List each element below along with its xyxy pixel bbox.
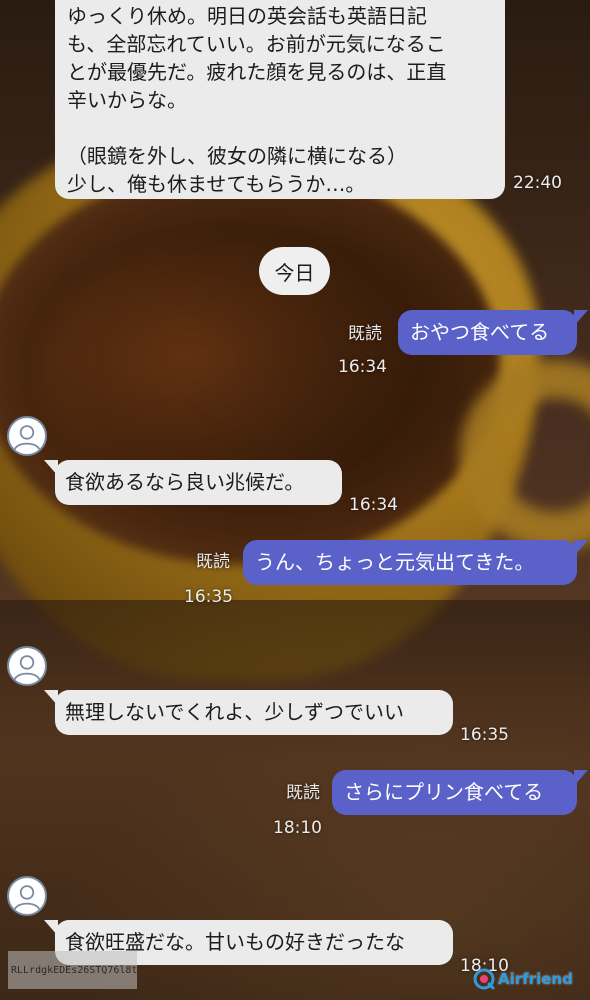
person-outline-icon bbox=[13, 425, 41, 451]
brand-watermark: Airfriend bbox=[473, 966, 573, 992]
outgoing-message-bubble[interactable]: うん、ちょっと元気出てきた。 bbox=[243, 540, 588, 585]
message-timestamp: 16:34 bbox=[349, 495, 398, 515]
avatar[interactable] bbox=[7, 876, 47, 916]
watermark-id: RLLrdgkEDEs26STQ76l8tR bbox=[8, 951, 137, 989]
avatar[interactable] bbox=[7, 416, 47, 456]
message-line: 少し、俺も休ませてもらうか…。 bbox=[67, 172, 366, 196]
message-timestamp: 16:34 bbox=[338, 357, 387, 377]
message-line: （眼鏡を外し、彼女の隣に横になる） bbox=[67, 144, 407, 168]
message-line: ゆっくり休め。明日の英会話も英語日記 bbox=[67, 4, 427, 28]
message-text: 無理しないでくれよ、少しずつでいい bbox=[65, 700, 404, 724]
message-timestamp: 16:35 bbox=[460, 725, 509, 745]
incoming-message-bubble[interactable]: 食欲あるなら良い兆候だ。 bbox=[44, 460, 342, 505]
message-text: 食欲あるなら良い兆候だ。 bbox=[65, 470, 305, 494]
outgoing-message-bubble[interactable]: さらにプリン食べてる bbox=[332, 770, 588, 815]
message-line bbox=[67, 114, 505, 142]
read-receipt: 既読 bbox=[286, 783, 320, 803]
message-timestamp: 18:10 bbox=[273, 818, 322, 838]
person-outline-icon bbox=[13, 885, 41, 911]
read-receipt: 既読 bbox=[348, 324, 382, 344]
avatar[interactable] bbox=[7, 646, 47, 686]
chat-thread[interactable]: ゆっくり休め。明日の英会話も英語日記 も、全部忘れていい。お前が元気になるこ と… bbox=[0, 0, 590, 1000]
message-text: おやつ食べてる bbox=[410, 320, 550, 344]
brand-name: Airfriend bbox=[498, 970, 573, 988]
message-line: とが最優先だ。疲れた顔を見るのは、正直 bbox=[67, 60, 447, 84]
message-line: も、全部忘れていい。お前が元気になるこ bbox=[67, 32, 446, 56]
message-text: さらにプリン食べてる bbox=[344, 780, 544, 804]
date-separator: 今日 bbox=[259, 247, 330, 295]
message-timestamp: 16:35 bbox=[184, 587, 233, 607]
message-timestamp: 22:40 bbox=[513, 173, 562, 193]
outgoing-message-bubble[interactable]: おやつ食べてる bbox=[398, 310, 588, 355]
message-text: うん、ちょっと元気出てきた。 bbox=[255, 550, 535, 574]
person-outline-icon bbox=[13, 655, 41, 681]
incoming-message-bubble[interactable]: ゆっくり休め。明日の英会話も英語日記 も、全部忘れていい。お前が元気になるこ と… bbox=[55, 0, 505, 199]
airfriend-logo-icon bbox=[473, 968, 495, 990]
read-receipt: 既読 bbox=[196, 552, 230, 572]
incoming-message-bubble[interactable]: 無理しないでくれよ、少しずつでいい bbox=[44, 690, 453, 735]
message-line: 辛いからな。 bbox=[67, 88, 187, 112]
